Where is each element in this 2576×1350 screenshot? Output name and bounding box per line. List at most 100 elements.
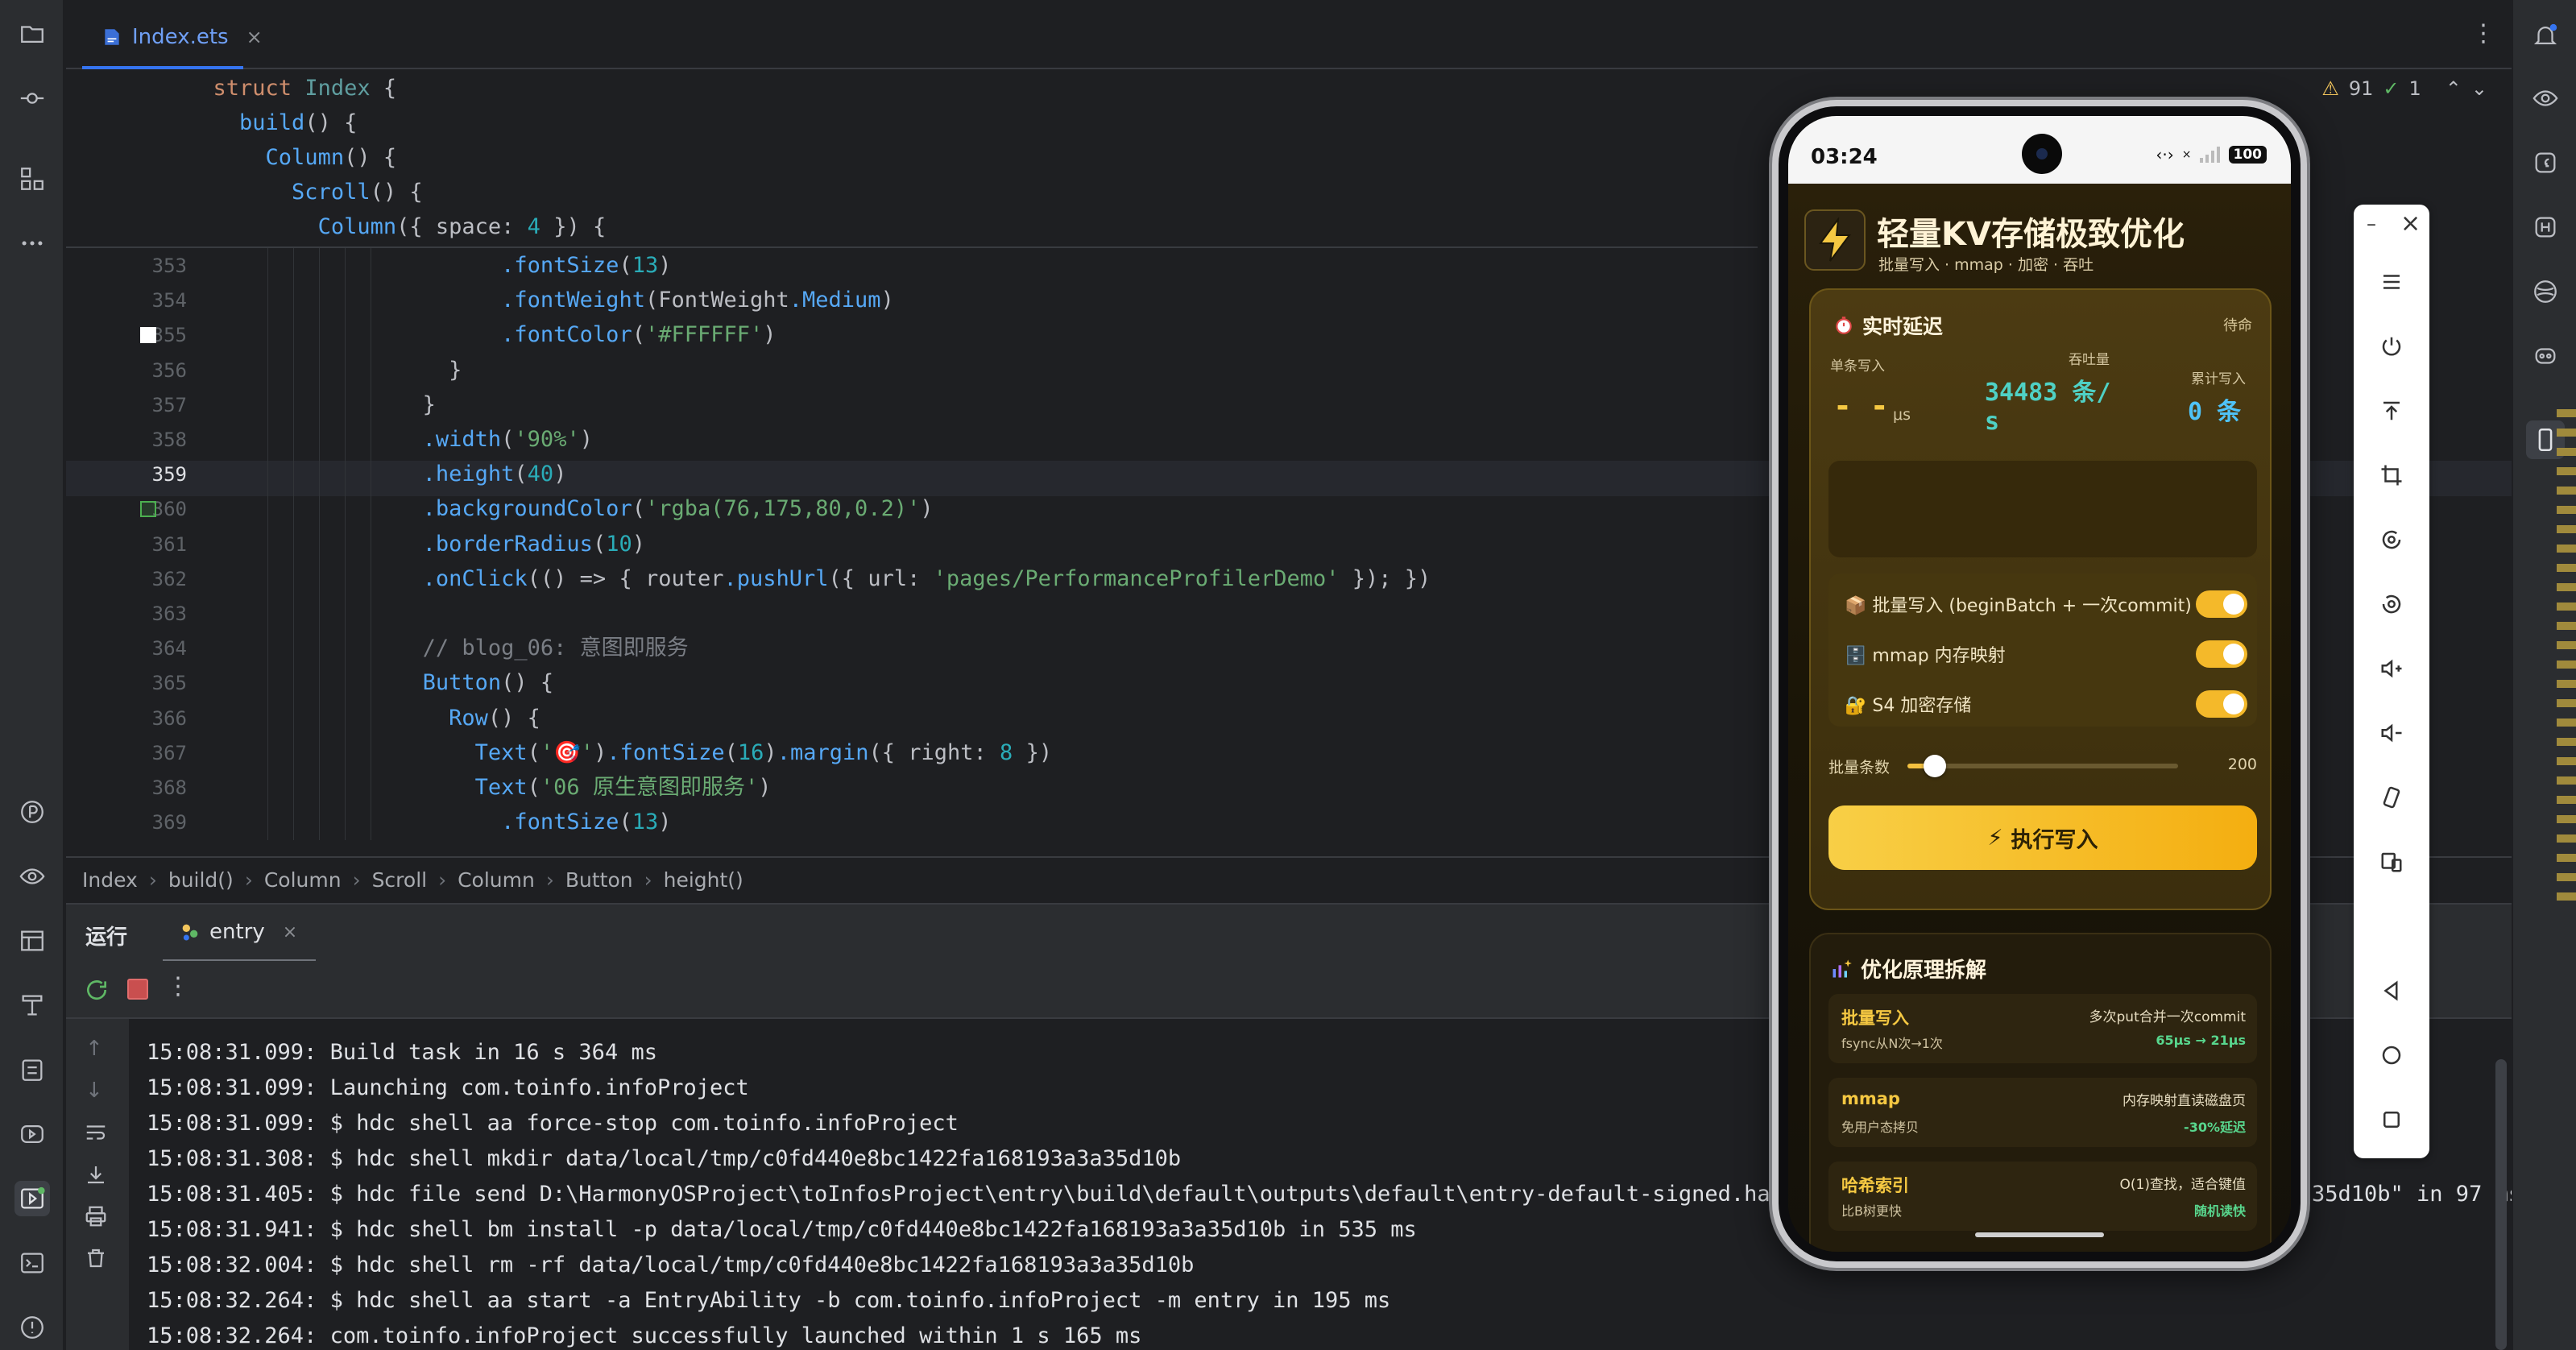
home-icon[interactable] (2372, 1036, 2411, 1075)
breadcrumb-item[interactable]: Index (82, 868, 138, 892)
code-line[interactable]: .fontSize(13) (187, 805, 671, 840)
option-row[interactable]: 🔐 S4 加密存储 (1845, 688, 2247, 720)
services-icon[interactable] (14, 1116, 50, 1152)
code-line[interactable]: .fontColor('#FFFFFF') (187, 317, 776, 353)
code-line[interactable]: .height(40) (187, 457, 567, 492)
copilot-icon[interactable] (2526, 337, 2565, 375)
batch-size-slider[interactable] (1907, 755, 2178, 777)
code-line[interactable] (187, 596, 292, 632)
upload-icon[interactable] (2372, 391, 2411, 430)
more-options-icon[interactable]: ⋮ (166, 972, 190, 1000)
chevron-down-icon[interactable]: ⌄ (2471, 77, 2487, 100)
multi-device-icon[interactable] (2372, 843, 2411, 881)
slider-knob[interactable] (1923, 755, 1946, 777)
breadcrumb-item[interactable]: Column (264, 868, 342, 892)
breadcrumb-item[interactable]: build() (168, 868, 234, 892)
scroll-up-icon[interactable]: ↑ (85, 1037, 103, 1061)
chevron-up-icon[interactable]: ⌃ (2446, 77, 2462, 100)
code-line[interactable]: .onClick(() => { router.pushUrl({ url: '… (187, 561, 1431, 597)
menu-icon[interactable] (2372, 263, 2411, 301)
power-icon[interactable] (2372, 327, 2411, 366)
phone-screen[interactable]: 03:24 ‹·› × 100 轻量KV存储极致优化 批量写入 · mmap ·… (1788, 116, 2291, 1252)
code-line[interactable]: .borderRadius(10) (187, 527, 645, 562)
more-tools-icon[interactable] (14, 226, 50, 261)
rotate-icon[interactable] (2372, 520, 2411, 559)
run-tab-entry[interactable]: entry × (163, 905, 316, 963)
layout-inspector-icon[interactable] (14, 923, 50, 959)
line-number: 361 (151, 532, 187, 556)
run-tab-close-icon[interactable]: × (283, 922, 297, 942)
tab-close-icon[interactable]: × (246, 26, 263, 48)
commit-icon[interactable] (14, 81, 50, 116)
option-toggle[interactable] (2196, 690, 2247, 718)
code-line[interactable]: build() { (187, 106, 357, 141)
editor-scroll-markers[interactable] (2555, 409, 2576, 909)
inspection-widget[interactable]: ⚠ 91 ✓ 1 ⌃ ⌄ (2321, 71, 2512, 106)
build-icon[interactable] (14, 988, 50, 1023)
option-toggle[interactable] (2196, 590, 2247, 618)
execute-write-button[interactable]: ⚡ 执行写入 (1828, 805, 2257, 870)
structure-icon[interactable] (14, 161, 50, 197)
color-swatch-icon[interactable] (140, 327, 156, 344)
codelinter-icon[interactable] (2526, 272, 2565, 311)
breadcrumb-item[interactable]: Scroll (372, 868, 428, 892)
profiler-icon[interactable] (14, 794, 50, 830)
code-line[interactable]: Column() { (187, 140, 397, 176)
tab-more-icon[interactable]: ⋮ (2471, 19, 2495, 48)
breadcrumb-item[interactable]: Column (458, 868, 535, 892)
rotate-ccw-icon[interactable] (2372, 585, 2411, 623)
minimize-icon[interactable]: – (2367, 213, 2376, 235)
soft-wrap-icon[interactable] (84, 1120, 108, 1145)
principle-item[interactable]: 哈希索引 比B树更快 O(1)查找，适合键值 随机读快 (1828, 1162, 2257, 1231)
home-indicator[interactable] (1975, 1232, 2104, 1237)
option-toggle[interactable] (2196, 640, 2247, 668)
back-icon[interactable] (2372, 971, 2411, 1010)
problems-icon[interactable] (14, 1310, 50, 1345)
code-line[interactable]: .backgroundColor('rgba(76,175,80,0.2)') (187, 491, 934, 527)
code-line[interactable]: Scroll() { (187, 175, 423, 210)
project-icon[interactable] (14, 16, 50, 52)
sticky-scroll-header[interactable]: struct Index { build() { Column() { Scro… (66, 71, 1758, 248)
code-line[interactable]: Text('🎯').fontSize(16).margin({ right: 8… (187, 735, 1052, 771)
principle-item[interactable]: mmap 免用户态拷贝 内存映射直读磁盘页 -30%延迟 (1828, 1078, 2257, 1147)
color-swatch-icon[interactable] (140, 501, 156, 518)
hvigor-icon[interactable] (2526, 208, 2565, 246)
volume-down-icon[interactable] (2372, 714, 2411, 752)
breadcrumb-item[interactable]: height() (664, 868, 743, 892)
print-icon[interactable] (84, 1204, 108, 1228)
todo-icon[interactable] (14, 1052, 50, 1087)
crop-screenshot-icon[interactable] (2372, 456, 2411, 495)
recents-icon[interactable] (2372, 1100, 2411, 1139)
code-line[interactable]: // blog_06: 意图即服务 (187, 631, 689, 666)
run-icon[interactable] (14, 1181, 50, 1216)
notifications-icon[interactable] (2526, 16, 2565, 55)
scroll-down-icon[interactable]: ↓ (85, 1079, 103, 1103)
scroll-to-end-icon[interactable] (84, 1162, 108, 1186)
breadcrumb-item[interactable]: Button (565, 868, 633, 892)
code-line[interactable]: Column({ space: 4 }) { (187, 209, 607, 245)
option-row[interactable]: 📦 批量写入 (beginBatch + 一次commit) (1845, 588, 2247, 620)
rerun-icon[interactable] (84, 977, 110, 1003)
code-line[interactable]: .width('90%') (187, 422, 593, 458)
code-line[interactable]: struct Index { (187, 71, 397, 106)
principle-item[interactable]: 批量写入 fsync从N次→1次 多次put合并一次commit 65μs → 21μ… (1828, 994, 2257, 1063)
console-scrollbar[interactable] (2495, 1059, 2507, 1350)
code-line[interactable]: } (187, 387, 436, 423)
option-row[interactable]: 🗄️ mmap 内存映射 (1845, 638, 2247, 670)
tab-index-ets[interactable]: Index.ets × (82, 8, 263, 69)
code-line[interactable]: .fontSize(13) (187, 248, 671, 284)
terminal-icon[interactable] (14, 1245, 50, 1281)
gradle-icon[interactable] (2526, 143, 2565, 182)
previewer-icon[interactable] (2526, 79, 2565, 118)
code-line[interactable]: Row() { (187, 701, 540, 736)
options-panel: 📦 批量写入 (beginBatch + 一次commit) 🗄️ mmap 内存… (1828, 574, 2257, 727)
preview-icon[interactable] (14, 859, 50, 894)
close-icon[interactable]: × (2400, 209, 2421, 238)
stop-icon[interactable] (127, 979, 148, 1000)
code-line[interactable]: } (187, 353, 462, 388)
scroll-marker (2557, 525, 2576, 533)
volume-up-icon[interactable] (2372, 649, 2411, 688)
shake-icon[interactable] (2372, 778, 2411, 817)
trash-icon[interactable] (84, 1246, 108, 1270)
code-line[interactable]: Text('06 原生意图即服务') (187, 770, 772, 805)
